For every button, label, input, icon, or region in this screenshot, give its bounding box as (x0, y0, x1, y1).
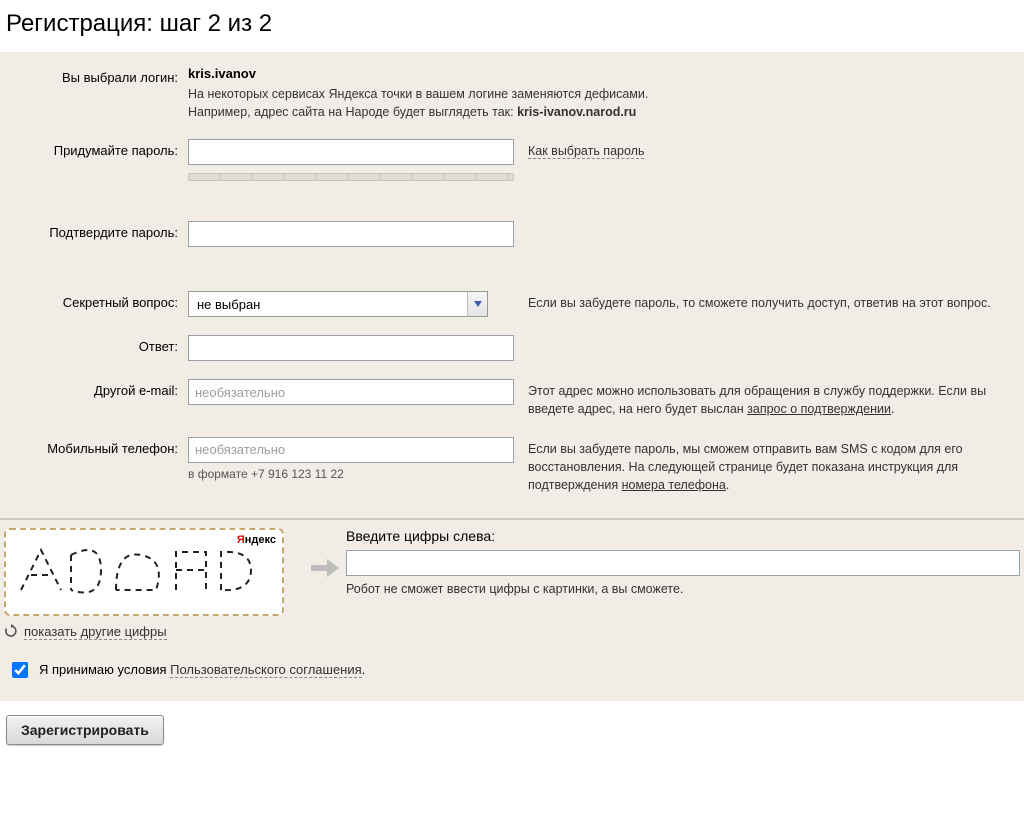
other-email-label: Другой e-mail: (10, 379, 188, 398)
answer-row: Ответ: (10, 335, 1014, 361)
page-title: Регистрация: шаг 2 из 2 (0, 0, 1024, 52)
login-note: На некоторых сервисах Яндекса точки в ва… (188, 85, 1014, 121)
login-note-line2-prefix: Например, адрес сайта на Народе будет вы… (188, 105, 517, 119)
login-note-example: kris-ivanov.narod.ru (517, 105, 636, 119)
mobile-help-suffix: . (726, 478, 729, 492)
captcha-hint: Робот не сможет ввести цифры с картинки,… (346, 582, 1020, 596)
agreement-checkbox[interactable] (12, 662, 28, 678)
password-row: Придумайте пароль: Как выбрать пароль (10, 139, 1014, 181)
login-value: kris.ivanov (188, 66, 256, 81)
register-button[interactable]: Зарегистрировать (6, 715, 164, 745)
password-strength-meter (188, 173, 514, 181)
secret-question-select[interactable]: не выбран (188, 291, 488, 317)
password-confirm-row: Подтвердите пароль: (10, 221, 1014, 247)
captcha-brand-y: Я (237, 534, 245, 546)
other-email-help-suffix: . (891, 402, 894, 416)
password-label: Придумайте пароль: (10, 139, 188, 158)
secret-question-row: Секретный вопрос: не выбран Если вы забу… (10, 291, 1014, 317)
refresh-icon[interactable] (4, 624, 18, 641)
mobile-help: Если вы забудете пароль, мы сможем отпра… (514, 437, 1014, 494)
mobile-label: Мобильный телефон: (10, 437, 188, 456)
other-email-help: Этот адрес можно использовать для обраще… (514, 379, 1014, 418)
registration-form: Вы выбрали логин: kris.ivanov На некотор… (0, 52, 1024, 520)
mobile-input[interactable] (188, 437, 514, 463)
login-note-line1: На некоторых сервисах Яндекса точки в ва… (188, 87, 648, 101)
chevron-down-icon (467, 292, 487, 316)
arrow-right-icon (304, 528, 346, 580)
other-email-row: Другой e-mail: Этот адрес можно использо… (10, 379, 1014, 418)
mobile-help-link[interactable]: номера телефона (622, 478, 726, 492)
captcha-area: Яндекс показать другие цифры Введите циф… (0, 520, 1024, 641)
secret-question-label: Секретный вопрос: (10, 291, 188, 310)
agreement-text-suffix: . (362, 662, 366, 677)
other-email-input[interactable] (188, 379, 514, 405)
agreement-link[interactable]: Пользовательского соглашения (170, 662, 362, 678)
agreement-text: Я принимаю условия Пользовательского сог… (39, 662, 365, 677)
captcha-instruction: Введите цифры слева: (346, 528, 1020, 544)
password-confirm-label: Подтвердите пароль: (10, 221, 188, 240)
agreement-row: Я принимаю условия Пользовательского сог… (0, 641, 1024, 701)
captcha-brand: Яндекс (237, 534, 276, 546)
mobile-format-hint: в формате +7 916 123 11 22 (188, 467, 514, 481)
other-email-help-link[interactable]: запрос о подтверждении (747, 402, 891, 416)
captcha-brand-rest: ндекс (245, 534, 276, 546)
mobile-row: Мобильный телефон: в формате +7 916 123 … (10, 437, 1014, 494)
password-input[interactable] (188, 139, 514, 165)
captcha-input[interactable] (346, 550, 1020, 576)
mobile-help-text: Если вы забудете пароль, мы сможем отпра… (528, 442, 963, 492)
footer: Зарегистрировать (0, 701, 1024, 775)
secret-question-selected: не выбран (197, 297, 260, 312)
answer-label: Ответ: (10, 335, 188, 354)
password-help-link[interactable]: Как выбрать пароль (528, 144, 644, 159)
secret-question-help: Если вы забудете пароль, то сможете полу… (514, 291, 1014, 312)
agreement-text-prefix: Я принимаю условия (39, 662, 170, 677)
captcha-refresh-link[interactable]: показать другие цифры (24, 624, 167, 640)
answer-input[interactable] (188, 335, 514, 361)
password-confirm-input[interactable] (188, 221, 514, 247)
captcha-image: Яндекс (4, 528, 284, 616)
login-label: Вы выбрали логин: (10, 66, 188, 85)
login-row: Вы выбрали логин: kris.ivanov На некотор… (10, 66, 1014, 121)
